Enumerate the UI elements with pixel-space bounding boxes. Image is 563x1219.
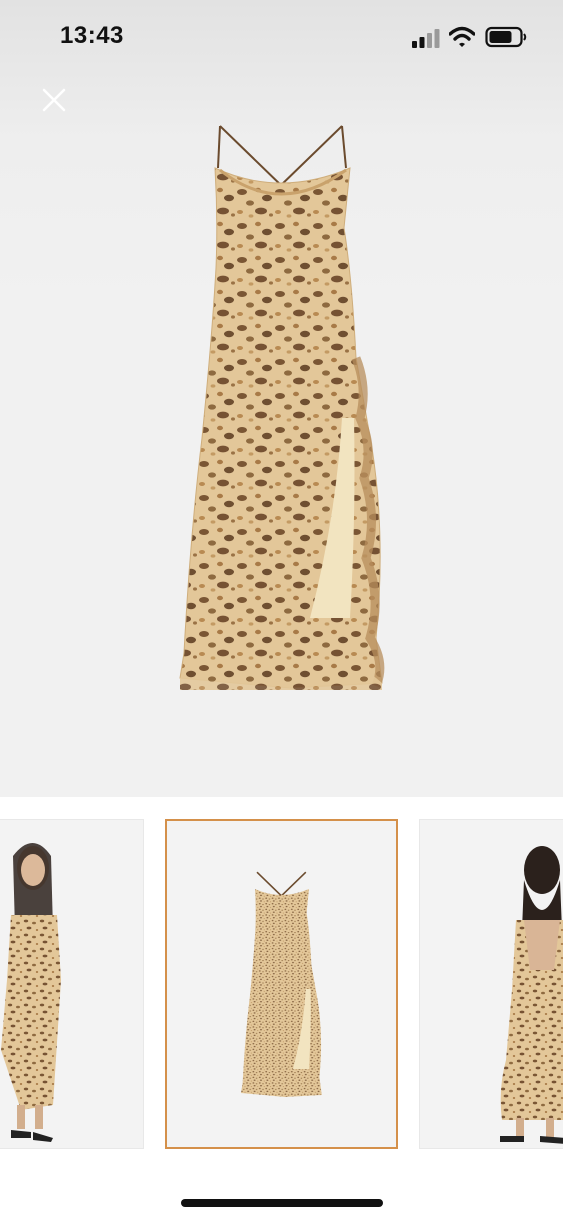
status-time: 13:43	[60, 22, 124, 49]
wifi-icon	[449, 26, 475, 47]
cellular-signal-icon	[412, 29, 440, 48]
leopard-print-dress-image	[179, 125, 385, 690]
close-icon[interactable]	[38, 84, 70, 116]
model-front-image	[1, 843, 61, 1142]
product-image-viewer[interactable]: 13:43	[0, 0, 563, 797]
thumbnail-model-front[interactable]	[0, 819, 144, 1149]
thumbnail-strip	[0, 797, 563, 1177]
home-indicator[interactable]	[181, 1199, 383, 1207]
thumbnail-model-back[interactable]	[419, 819, 563, 1149]
status-bar: 13:43	[0, 0, 563, 76]
battery-icon	[485, 26, 527, 48]
dress-thumbnail-image	[241, 871, 322, 1097]
thumbnail-dress-selected[interactable]	[165, 819, 398, 1149]
model-back-image	[500, 846, 563, 1144]
